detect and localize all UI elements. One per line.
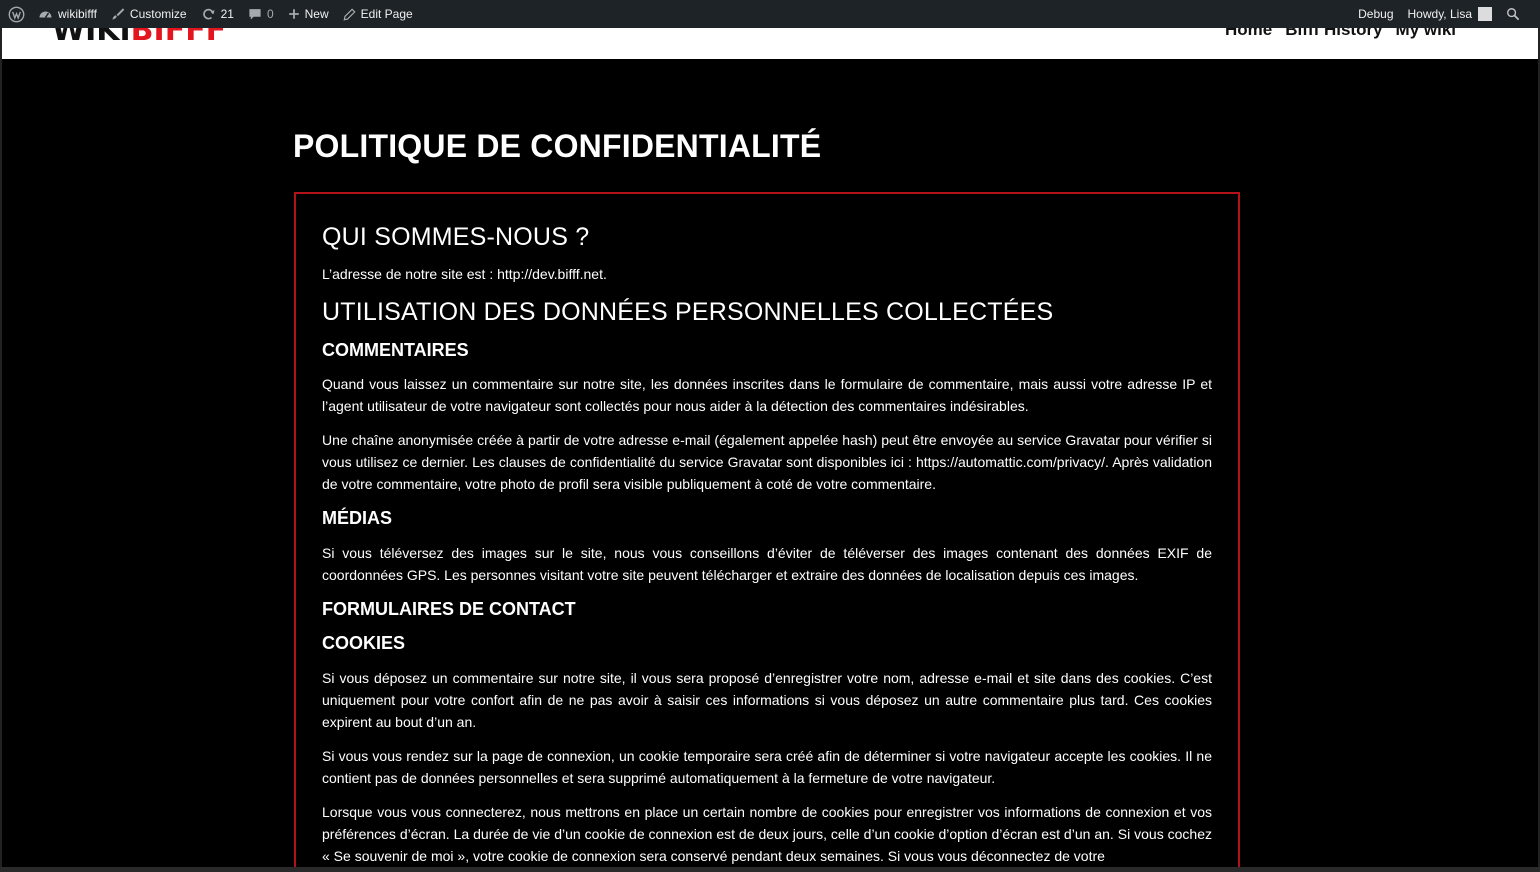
site-name-menu[interactable]: wikibifff [31, 0, 104, 28]
admin-search[interactable] [1499, 0, 1532, 28]
window-edge-left [0, 28, 2, 872]
nav-item-bifff-history[interactable]: Bifff History [1285, 28, 1382, 40]
debug-label: Debug [1358, 7, 1394, 21]
nav-item-home[interactable]: Home [1225, 28, 1272, 40]
privacy-policy-content: QUI SOMMES-NOUS ? L’adresse de notre sit… [294, 192, 1240, 872]
cookies-heading: COOKIES [322, 633, 406, 653]
debug-menu[interactable]: Debug [1351, 0, 1400, 28]
logo-wiki-text: WIKI [52, 28, 131, 48]
dashboard-icon [38, 7, 53, 22]
logo-bifff-text: BIFFF [130, 28, 227, 48]
page-title: POLITIQUE DE CONFIDENTIALITÉ [293, 128, 822, 164]
search-icon [1506, 7, 1520, 21]
cookies-paragraph-1: Si vous déposez un commentaire sur notre… [322, 669, 1212, 730]
wordpress-logo-menu[interactable] [0, 0, 31, 28]
admin-bar-right: Debug Howdy, Lisa [1351, 0, 1540, 28]
updates-count: 21 [220, 7, 234, 21]
new-content-menu[interactable]: New [281, 0, 336, 28]
paintbrush-icon [111, 7, 125, 21]
site-logo[interactable]: WIKIBIFFF [52, 28, 226, 46]
new-label: New [304, 7, 329, 21]
cookies-paragraph-2: Si vous vous rendez sur la page de conne… [322, 747, 1212, 786]
media-paragraph: Si vous téléversez des images sur le sit… [322, 544, 1212, 583]
who-we-are-heading: QUI SOMMES-NOUS ? [322, 223, 590, 251]
comments-paragraph-2: Une chaîne anonymisée créée à partir de … [322, 432, 1212, 492]
comments-heading: COMMENTAIRES [322, 339, 469, 360]
customize-link[interactable]: Customize [104, 0, 194, 28]
edit-page-label: Edit Page [360, 7, 413, 21]
who-we-are-text: L’adresse de notre site est : http://dev… [322, 266, 607, 283]
wp-admin-bar: wikibifff Customize 21 0 New Edit Page D… [0, 0, 1540, 28]
nav-item-my-wiki[interactable]: My wiki [1396, 28, 1456, 40]
updates-link[interactable]: 21 [194, 0, 241, 28]
contact-forms-heading: FORMULAIRES DE CONTACT [322, 598, 576, 619]
comments-link[interactable]: 0 [241, 0, 281, 28]
data-usage-heading: UTILISATION DES DONNÉES PERSONNELLES COL… [322, 298, 1054, 327]
updates-icon [201, 7, 216, 22]
site-name-label: wikibifff [58, 7, 97, 21]
comment-icon [248, 7, 262, 21]
plus-icon [288, 8, 300, 20]
customize-label: Customize [129, 7, 187, 21]
avatar [1478, 7, 1492, 21]
account-menu[interactable]: Howdy, Lisa [1401, 0, 1499, 28]
comments-paragraph-1: Quand vous laissez un commentaire sur no… [322, 376, 1212, 414]
edit-page-link[interactable]: Edit Page [336, 0, 420, 28]
media-heading: MÉDIAS [322, 508, 393, 528]
pencil-icon [343, 7, 356, 21]
howdy-label: Howdy, Lisa [1407, 7, 1472, 21]
wordpress-icon [8, 6, 25, 23]
site-header: WIKIBIFFF Home Bifff History My wiki [2, 28, 1538, 59]
cookies-paragraph-3: Lorsque vous vous connecterez, nous mett… [322, 803, 1212, 864]
browser-viewport: wikibifff Customize 21 0 New Edit Page D… [0, 0, 1540, 872]
admin-bar-left: wikibifff Customize 21 0 New Edit Page [0, 0, 420, 28]
main-navigation: Home Bifff History My wiki [1225, 28, 1456, 40]
window-bottom-edge [0, 867, 1540, 872]
comments-count: 0 [266, 7, 274, 21]
